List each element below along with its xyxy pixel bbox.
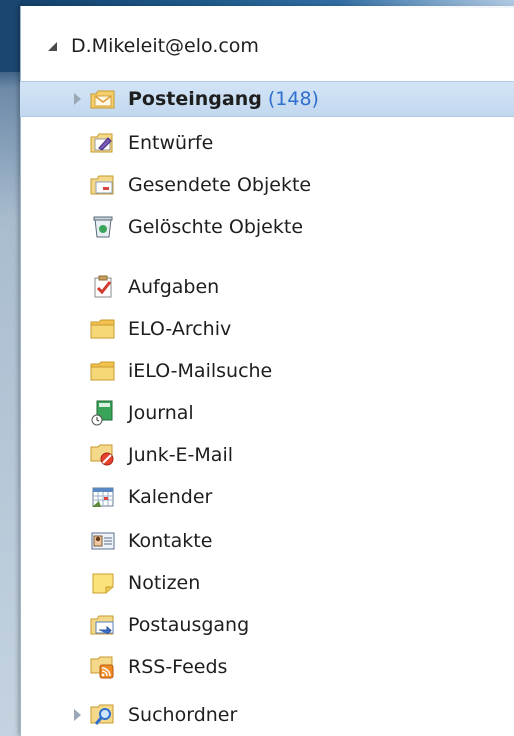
folder-label: Gelöschte Objekte (128, 216, 304, 238)
folder-label: Gesendete Objekte (128, 174, 312, 196)
outbox-icon (90, 613, 116, 637)
folder-sent-items[interactable]: Gesendete Objekte (20, 167, 514, 203)
unread-count: (148) (267, 88, 319, 110)
folder-label: Kontakte (128, 530, 213, 552)
ribbon-fade (340, 0, 514, 8)
folder-label: Posteingang (128, 88, 262, 110)
inbox-icon (90, 87, 116, 111)
folder-label: RSS-Feeds (128, 656, 228, 678)
expand-arrow-icon[interactable] (74, 93, 81, 105)
window-frame-corner (0, 0, 20, 72)
folder-junk-email[interactable]: Junk-E-Mail (20, 437, 514, 473)
drafts-icon (90, 131, 116, 155)
folder-label: Suchordner (128, 704, 238, 726)
folder-label: ELO-Archiv (128, 318, 232, 340)
junk-mail-icon (90, 443, 116, 467)
account-node[interactable]: D.Mikeleit@elo.com (48, 28, 259, 64)
calendar-icon (90, 485, 116, 509)
folder-label: Postausgang (128, 614, 250, 636)
folder-outbox[interactable]: Postausgang (20, 607, 514, 643)
folder-label: Notizen (128, 572, 201, 594)
folder-label: Journal (128, 402, 194, 424)
folder-label: Entwürfe (128, 132, 214, 154)
folder-icon (90, 317, 116, 341)
inbox-label-wrap: Posteingang (148) (128, 88, 319, 110)
expand-arrow-icon[interactable] (74, 709, 81, 721)
folder-inbox[interactable]: Posteingang (148) (20, 81, 514, 117)
sent-items-icon (90, 173, 116, 197)
folder-label: Aufgaben (128, 276, 220, 298)
folder-label: Kalender (128, 486, 213, 508)
folder-label: Junk-E-Mail (128, 444, 234, 466)
folder-elo-archiv[interactable]: ELO-Archiv (20, 311, 514, 347)
notes-icon (90, 571, 116, 595)
contacts-icon (90, 529, 116, 553)
expander-slot (68, 709, 90, 721)
folder-rss-feeds[interactable]: RSS-Feeds (20, 649, 514, 685)
expander-slot (68, 93, 90, 105)
search-folders-icon (90, 703, 116, 727)
folder-search-folders[interactable]: Suchordner (20, 697, 514, 733)
folder-ielo-mailsuche[interactable]: iELO-Mailsuche (20, 353, 514, 389)
folder-label: iELO-Mailsuche (128, 360, 273, 382)
tasks-icon (90, 275, 116, 299)
account-label: D.Mikeleit@elo.com (71, 35, 259, 57)
folder-notes[interactable]: Notizen (20, 565, 514, 601)
deleted-items-icon (90, 215, 116, 239)
journal-icon (90, 400, 116, 426)
rss-feeds-icon (90, 655, 116, 679)
folder-contacts[interactable]: Kontakte (20, 523, 514, 559)
collapse-arrow-icon[interactable] (48, 41, 57, 51)
folder-drafts[interactable]: Entwürfe (20, 125, 514, 161)
folder-journal[interactable]: Journal (20, 395, 514, 431)
folder-deleted-items[interactable]: Gelöschte Objekte (20, 209, 514, 245)
folder-icon (90, 359, 116, 383)
folder-tasks[interactable]: Aufgaben (20, 269, 514, 305)
folder-calendar[interactable]: Kalender (20, 479, 514, 515)
window-frame-left (0, 0, 20, 736)
